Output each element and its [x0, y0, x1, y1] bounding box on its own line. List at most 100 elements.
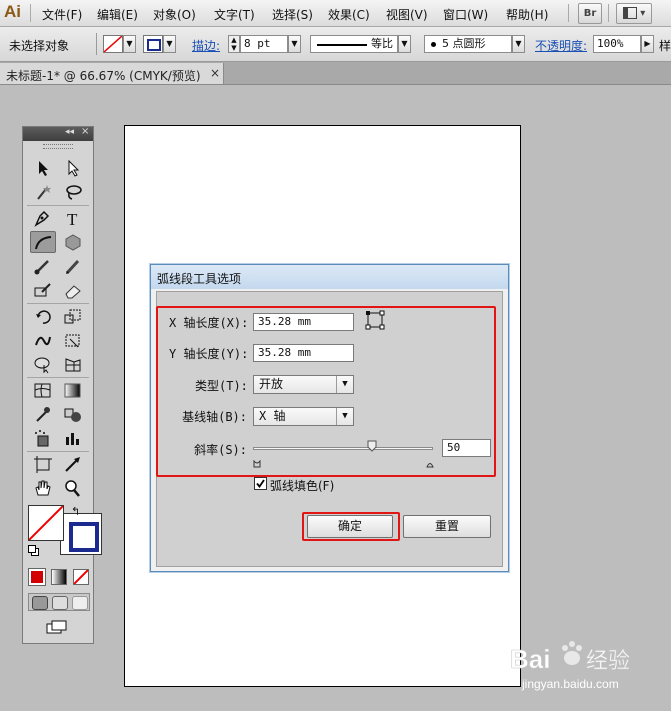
dialog-title-bar[interactable]: 弧线段工具选项	[151, 265, 508, 289]
panel-grip[interactable]	[43, 144, 73, 149]
eyedropper-icon	[36, 407, 50, 422]
stroke-label-link[interactable]: 描边:	[192, 37, 220, 54]
arc-tool[interactable]	[30, 231, 56, 253]
brush-dot-icon	[431, 41, 436, 47]
shape-builder-tool[interactable]	[30, 353, 56, 375]
menu-window[interactable]: 窗口(W)	[443, 6, 488, 23]
dialog-title: 弧线段工具选项	[157, 272, 242, 286]
pen-tool[interactable]	[30, 207, 56, 229]
pen-icon	[34, 210, 50, 227]
pencil-tool[interactable]	[60, 255, 86, 277]
symbol-sprayer-icon	[35, 430, 49, 447]
zoom-tool[interactable]	[60, 477, 86, 499]
tools-panel-header[interactable]: ◂◂ ×	[23, 126, 93, 141]
document-tab[interactable]: 未标题-1* @ 66.67% (CMYK/预览) ×	[0, 63, 224, 84]
color-mode-button[interactable]	[28, 568, 46, 586]
hand-icon	[35, 480, 51, 496]
pencil-icon	[65, 259, 80, 275]
column-graph-tool[interactable]	[60, 427, 86, 449]
opacity-label-link[interactable]: 不透明度:	[535, 37, 587, 54]
app-logo: Ai	[4, 2, 21, 21]
baidu-watermark: Bai 经验 jingyan.baidu.com	[510, 636, 660, 694]
opacity-input[interactable]: 100%	[593, 35, 641, 53]
blend-tool[interactable]	[60, 403, 86, 425]
svg-text:T: T	[67, 210, 78, 229]
none-swatch-icon	[74, 570, 88, 584]
draw-normal-icon[interactable]	[32, 596, 48, 610]
column-graph-icon	[66, 433, 79, 445]
none-mode-button[interactable]	[73, 569, 89, 585]
stroke-profile-value: 等比	[371, 37, 393, 50]
lasso-icon	[66, 185, 82, 200]
default-colors-icon[interactable]	[28, 545, 39, 556]
artboard-icon	[34, 456, 52, 473]
menu-file[interactable]: 文件(F)	[42, 6, 82, 23]
svg-text:Bai: Bai	[510, 644, 550, 674]
lasso-tool[interactable]	[60, 181, 86, 203]
tools-panel: ◂◂ × T ↰	[22, 126, 102, 644]
close-icon[interactable]: ×	[81, 126, 89, 137]
mesh-tool[interactable]	[30, 379, 56, 401]
perspective-grid-tool[interactable]	[60, 353, 86, 375]
menu-object[interactable]: 对象(O)	[153, 6, 196, 23]
stroke-weight-input[interactable]: 8 pt	[240, 35, 288, 53]
fill-arc-label[interactable]: 弧线填色(F)	[270, 477, 334, 494]
gradient-tool[interactable]	[60, 379, 86, 401]
polygon-tool[interactable]	[60, 231, 86, 253]
screen-mode-icon	[46, 620, 67, 634]
draw-behind-icon[interactable]	[52, 596, 68, 610]
fill-color-box[interactable]	[28, 505, 64, 541]
magic-wand-tool[interactable]	[30, 181, 56, 203]
fill-swatch[interactable]	[103, 35, 123, 53]
menu-edit[interactable]: 编辑(E)	[97, 6, 138, 23]
screen-mode-button[interactable]	[45, 619, 69, 635]
stroke-weight-dropdown[interactable]: ▼	[288, 35, 301, 53]
menu-type[interactable]: 文字(T)	[214, 6, 255, 23]
stroke-profile-select[interactable]: 等比	[310, 35, 398, 53]
scale-tool[interactable]	[60, 305, 86, 327]
type-tool[interactable]: T	[60, 207, 86, 229]
bridge-button[interactable]: Br	[578, 3, 602, 24]
free-transform-tool[interactable]	[60, 329, 86, 351]
stroke-color-box[interactable]	[60, 513, 102, 555]
selection-tool[interactable]	[30, 157, 56, 179]
direct-selection-tool[interactable]	[60, 157, 86, 179]
opacity-dropdown[interactable]: ▶	[641, 35, 654, 53]
magic-wand-icon	[37, 185, 51, 200]
collapse-icon[interactable]: ◂◂	[65, 127, 74, 137]
menu-help[interactable]: 帮助(H)	[506, 6, 548, 23]
close-icon[interactable]: ×	[210, 66, 220, 80]
stroke-swatch[interactable]	[143, 35, 163, 53]
slice-tool[interactable]	[60, 453, 86, 475]
stroke-dropdown[interactable]: ▼	[163, 35, 176, 53]
rotate-tool[interactable]	[30, 305, 56, 327]
paintbrush-tool[interactable]	[30, 255, 56, 277]
type-icon: T	[67, 210, 78, 229]
fill-arc-checkbox[interactable]	[254, 477, 267, 490]
workspace-switcher-button[interactable]: ▾	[616, 3, 652, 24]
checkmark-icon	[256, 479, 265, 488]
hand-tool[interactable]	[30, 477, 56, 499]
stroke-profile-dropdown[interactable]: ▼	[398, 35, 411, 53]
stroke-weight-stepper[interactable]: ▲ ▼	[228, 35, 240, 53]
brush-select[interactable]: 5 点圆形	[424, 35, 512, 53]
perspective-grid-icon	[65, 358, 81, 372]
warp-tool[interactable]	[30, 329, 56, 351]
menu-view[interactable]: 视图(V)	[386, 6, 428, 23]
fill-dropdown[interactable]: ▼	[123, 35, 136, 53]
svg-text:经验: 经验	[586, 649, 630, 674]
draw-inside-icon[interactable]	[72, 596, 88, 610]
menu-bar: Ai 文件(F) 编辑(E) 对象(O) 文字(T) 选择(S) 效果(C) 视…	[0, 0, 671, 27]
eyedropper-tool[interactable]	[30, 403, 56, 425]
menu-select[interactable]: 选择(S)	[272, 6, 313, 23]
symbol-sprayer-tool[interactable]	[30, 427, 56, 449]
menu-effect[interactable]: 效果(C)	[328, 6, 370, 23]
blob-brush-icon	[34, 283, 51, 297]
blob-brush-tool[interactable]	[30, 279, 56, 301]
eraser-tool[interactable]	[60, 279, 86, 301]
swap-fill-stroke-icon[interactable]: ↰	[71, 505, 80, 518]
artboard-tool[interactable]	[30, 453, 56, 475]
gradient-mode-button[interactable]	[51, 569, 67, 585]
reset-button[interactable]: 重置	[403, 515, 491, 538]
brush-dropdown[interactable]: ▼	[512, 35, 525, 53]
